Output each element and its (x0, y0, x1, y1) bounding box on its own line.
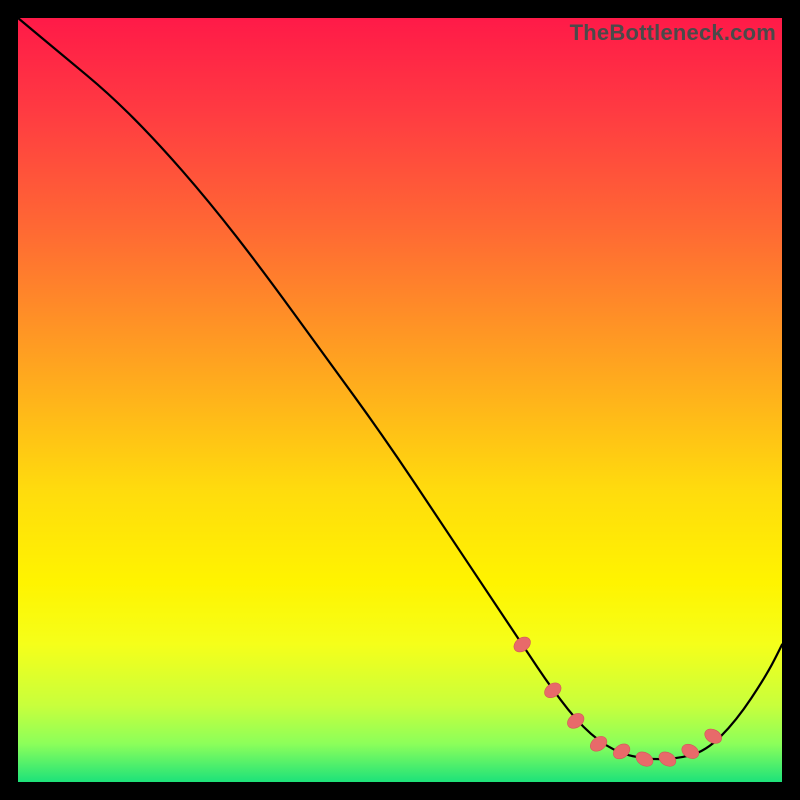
highlight-marker (679, 741, 701, 761)
highlight-marker (542, 680, 564, 701)
outer-frame: TheBottleneck.com (0, 0, 800, 800)
curve-svg (18, 18, 782, 782)
marker-group (511, 634, 724, 769)
highlight-marker (587, 733, 609, 754)
highlight-marker (656, 749, 678, 769)
bottleneck-curve (18, 18, 782, 759)
highlight-marker (610, 741, 632, 762)
highlight-marker (511, 634, 533, 655)
plot-area: TheBottleneck.com (18, 18, 782, 782)
highlight-marker (633, 749, 655, 769)
highlight-marker (702, 726, 724, 746)
